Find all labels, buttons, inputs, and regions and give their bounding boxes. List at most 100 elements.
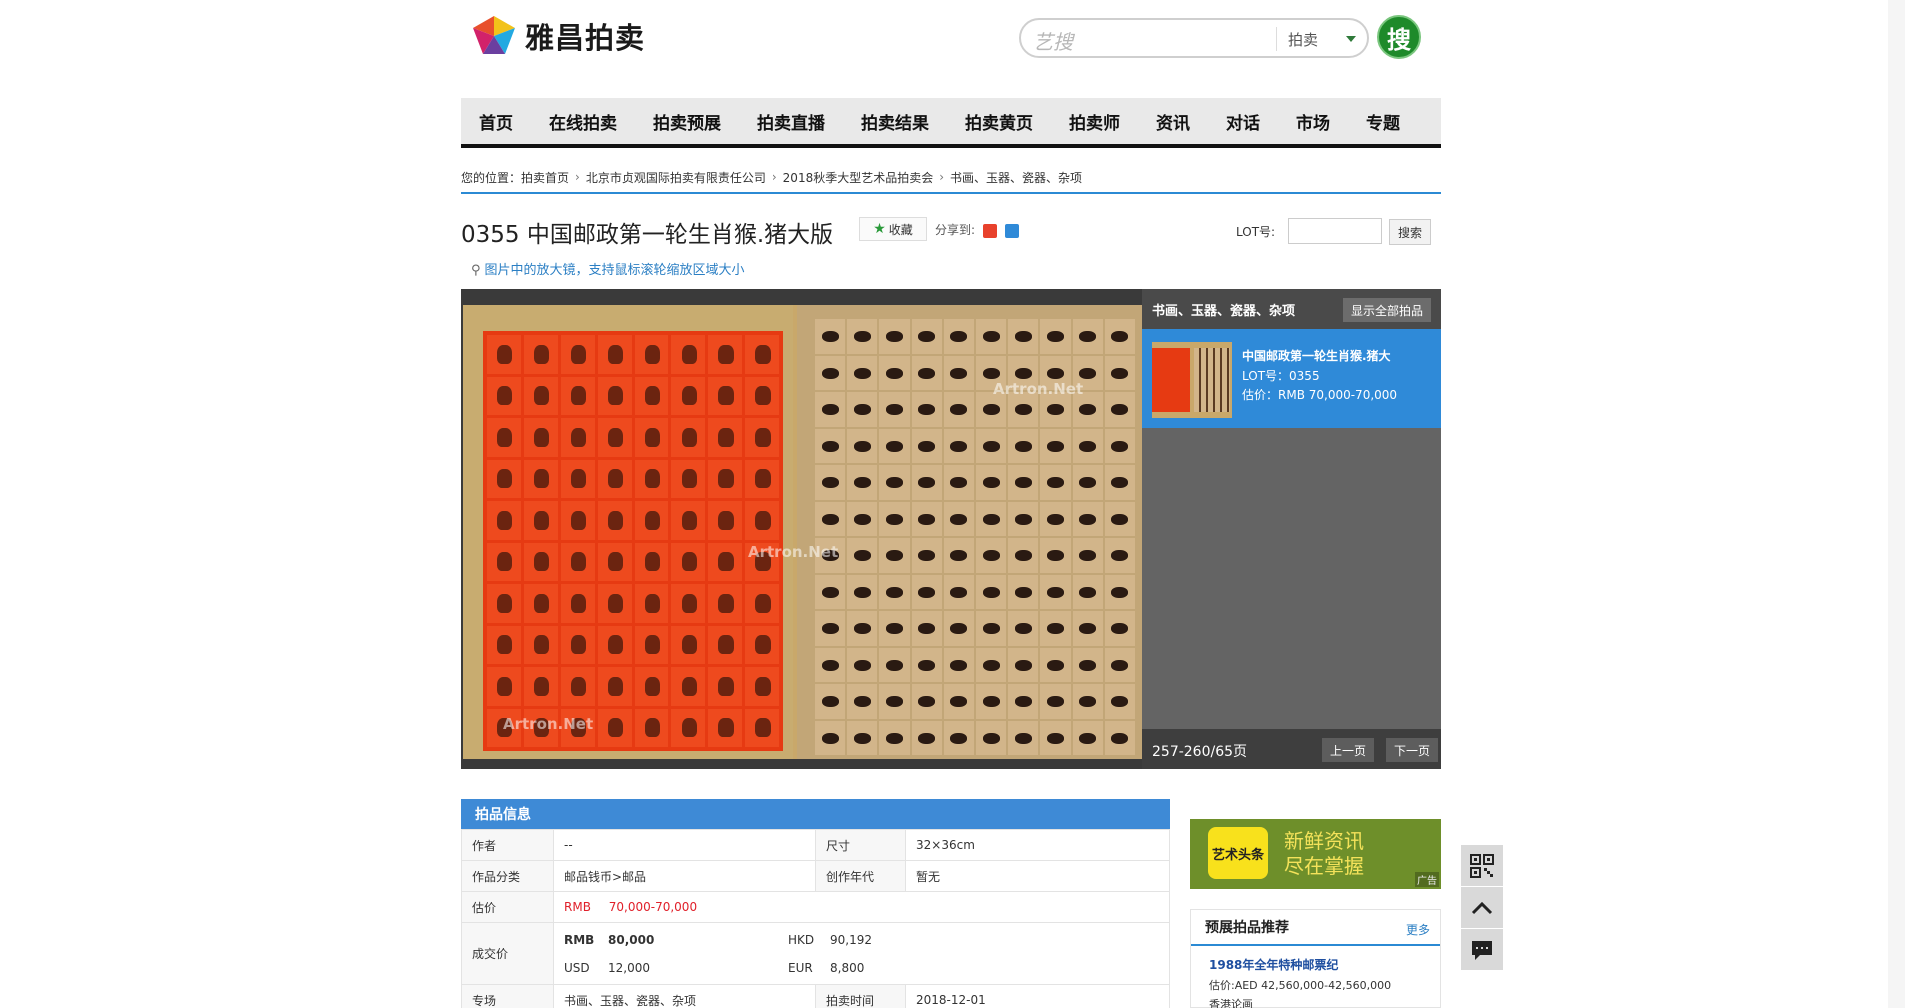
pig-stamp (1072, 465, 1103, 500)
monkey-stamp (560, 459, 595, 498)
watermark: Artron.Net (503, 715, 594, 733)
pig-stamp (1008, 720, 1039, 755)
monkey-stamp (487, 418, 521, 457)
nav-item-live[interactable]: 拍卖直播 (757, 109, 825, 134)
logo-text: 雅昌拍卖 (525, 21, 646, 55)
monkey-stamp (523, 501, 558, 540)
nav-item-preview[interactable]: 拍卖预展 (653, 109, 721, 134)
monkey-stamp (708, 376, 743, 415)
side-lot-number: LOT号：0355 (1242, 369, 1320, 383)
lot-number-label: LOT号: (1236, 225, 1276, 239)
pig-stamp (879, 720, 910, 755)
monkey-stamp (745, 584, 779, 623)
monkey-stamp (523, 418, 558, 457)
nav-item-online-auction[interactable]: 在线拍卖 (549, 109, 617, 134)
pig-stamp (1072, 720, 1103, 755)
monkey-stamp (708, 459, 743, 498)
monkey-stamp (487, 667, 521, 706)
monkey-stamp (745, 376, 779, 415)
pig-stamp (1104, 465, 1135, 500)
pig-stamp (815, 647, 846, 682)
monkey-stamp (708, 542, 743, 581)
watermark: Artron.Net (993, 380, 1084, 398)
feedback-icon[interactable] (1461, 929, 1503, 971)
pig-stamp (879, 684, 910, 719)
pig-stamp (1040, 574, 1071, 609)
sold-price-grid: RMB 80,000 HKD 90,192 USD 12,000 EUR 8,8… (564, 929, 1159, 979)
pig-stamp (815, 465, 846, 500)
pig-stamp (1040, 465, 1071, 500)
size-value: 32×36cm (905, 829, 1170, 861)
pig-stamp-sheet (797, 305, 1142, 759)
monkey-stamp (597, 376, 632, 415)
monkey-stamp (523, 376, 558, 415)
author-value: -- (553, 829, 816, 861)
pig-stamp (911, 647, 942, 682)
pig-stamp (1008, 538, 1039, 573)
pig-stamp (815, 392, 846, 427)
floating-toolbar (1461, 845, 1503, 971)
lot-number-input[interactable] (1288, 218, 1382, 244)
nav-item-results[interactable]: 拍卖结果 (861, 109, 929, 134)
back-to-top-icon[interactable] (1461, 887, 1503, 929)
monkey-stamp (671, 335, 706, 374)
ad-banner[interactable]: 艺术头条 新鲜资讯 尽在掌握 广告 (1190, 819, 1441, 889)
nav-item-yellow-pages[interactable]: 拍卖黄页 (965, 109, 1033, 134)
pig-stamp (976, 428, 1007, 463)
monkey-stamp (745, 708, 779, 747)
lot-main-image[interactable]: Artron.Net Artron.Net Artron.Net (463, 305, 1142, 759)
recommend-item-title[interactable]: 1988年全年特种邮票纪 (1191, 946, 1440, 973)
site-logo[interactable]: 雅昌拍卖 (471, 14, 645, 58)
watermark: Artron.Net (748, 543, 839, 561)
favorite-button[interactable]: ★ 收藏 (859, 217, 927, 241)
monkey-stamp (597, 708, 632, 747)
nav-item-topics[interactable]: 专题 (1366, 109, 1400, 134)
side-lot-name: 中国邮政第一轮生肖猴.猪大 (1242, 349, 1391, 363)
pig-stamp (911, 720, 942, 755)
recommend-more-link[interactable]: 更多 (1406, 921, 1430, 938)
search-button[interactable]: 搜 (1377, 15, 1421, 59)
qr-code-icon[interactable] (1461, 845, 1503, 887)
nav-item-dialogue[interactable]: 对话 (1226, 109, 1260, 134)
nav-item-home[interactable]: 首页 (479, 109, 513, 134)
breadcrumb-link[interactable]: 拍卖首页 (521, 169, 569, 186)
monkey-stamp (671, 376, 706, 415)
pig-stamp (1072, 611, 1103, 646)
more-share-icon[interactable] (1004, 223, 1019, 238)
monkey-stamp (560, 335, 595, 374)
pig-stamp (911, 684, 942, 719)
nav-item-news[interactable]: 资讯 (1156, 109, 1190, 134)
monkey-stamp (671, 418, 706, 457)
table-row: 作品分类 邮品钱币>邮品 创作年代 暂无 (461, 860, 1170, 892)
monkey-stamp (708, 584, 743, 623)
show-all-button[interactable]: 显示全部拍品 (1342, 298, 1431, 322)
estimate-currency: RMB (564, 900, 591, 914)
monkey-stamp (487, 625, 521, 664)
side-lot-item[interactable]: 中国邮政第一轮生肖猴.猪大 LOT号：0355 估价：RMB 70,000-70… (1142, 329, 1441, 428)
nav-item-auctioneer[interactable]: 拍卖师 (1069, 109, 1120, 134)
lot-info-heading: 拍品信息 (461, 799, 1170, 829)
pig-stamp (911, 319, 942, 354)
nav-item-market[interactable]: 市场 (1296, 109, 1330, 134)
pig-stamp (847, 574, 878, 609)
weibo-share-icon[interactable] (982, 223, 997, 238)
pig-stamp (943, 465, 974, 500)
session-value[interactable]: 书画、玉器、瓷器、杂项 (553, 984, 816, 1008)
scrollbar-track[interactable] (1888, 0, 1905, 1008)
next-page-button[interactable]: 下一页 (1386, 738, 1439, 762)
breadcrumb-link[interactable]: 北京市贞观国际拍卖有限责任公司 (586, 169, 766, 186)
monkey-stamp (671, 708, 706, 747)
chevron-down-icon[interactable] (1346, 36, 1356, 42)
prev-page-button[interactable]: 上一页 (1322, 738, 1375, 762)
breadcrumb-link[interactable]: 书画、玉器、瓷器、杂项 (950, 169, 1082, 186)
search-scope-select[interactable]: 拍卖 (1288, 29, 1318, 50)
search-input[interactable] (1091, 25, 1261, 51)
monkey-stamp (560, 667, 595, 706)
pig-stamp (1104, 611, 1135, 646)
lot-search-button[interactable]: 搜索 (1389, 219, 1431, 245)
table-row: 专场 书画、玉器、瓷器、杂项 拍卖时间 2018-12-01 (461, 984, 1170, 1008)
pig-stamp (1072, 428, 1103, 463)
search-brand-logo: 艺搜 (1033, 30, 1073, 54)
monkey-stamp (634, 584, 669, 623)
breadcrumb-link[interactable]: 2018秋季大型艺术品拍卖会 (783, 169, 934, 186)
